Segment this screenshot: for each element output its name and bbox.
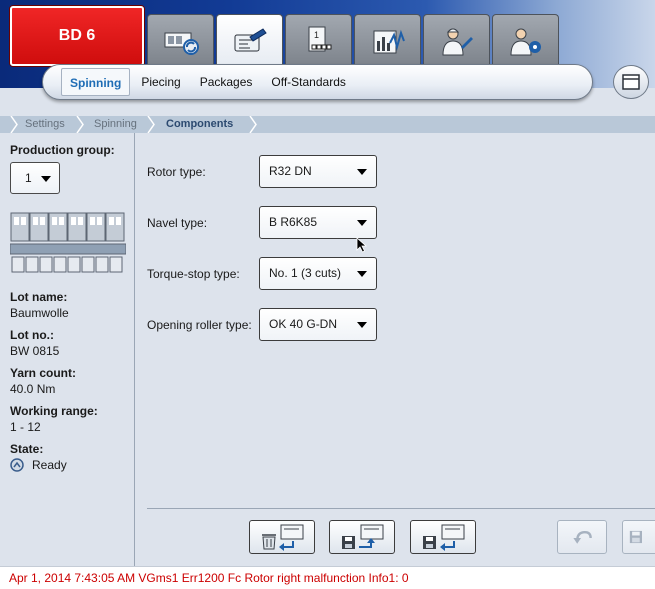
breadcrumb-settings[interactable]: Settings — [25, 116, 65, 133]
navel-type-label: Navel type: — [147, 216, 208, 230]
statistics-chart-icon — [373, 29, 405, 53]
navel-type-value: B R6K85 — [269, 215, 318, 229]
torque-stop-type-select[interactable]: No. 1 (3 cuts) — [259, 257, 377, 290]
state-value: Ready — [32, 458, 67, 472]
navel-type-select[interactable]: B R6K85 — [259, 206, 377, 239]
opening-roller-type-select[interactable]: OK 40 G-DN — [259, 308, 377, 341]
yarn-count-label: Yarn count: — [10, 366, 77, 380]
chevron-right-icon — [76, 116, 84, 133]
lot-name-value: Baumwolle — [10, 306, 69, 320]
ready-status-icon — [10, 458, 24, 472]
load-from-machine-icon — [423, 524, 465, 551]
rotor-type-label: Rotor type: — [147, 165, 206, 179]
mouse-cursor-icon — [356, 237, 368, 253]
machine-overview-icon — [164, 32, 199, 55]
machine-name: BD 6 — [58, 27, 96, 44]
breadcrumb: Settings Spinning Components — [0, 116, 655, 133]
subtab-list: Spinning Piecing Packages Off-Standards — [61, 68, 357, 96]
production-groups-icon: 1 — [308, 26, 331, 51]
save-button[interactable] — [622, 520, 655, 554]
torque-stop-type-value: No. 1 (3 cuts) — [269, 266, 342, 280]
chevron-right-icon — [147, 116, 155, 133]
delete-from-machine-button[interactable] — [249, 520, 315, 554]
chevron-right-icon — [249, 116, 257, 133]
status-bar: Apr 1, 2014 7:43:05 AM VGms1 Err1200 Fc … — [0, 566, 655, 589]
save-to-machine-icon — [342, 524, 384, 549]
chevron-right-icon — [10, 116, 18, 133]
window-icon — [622, 74, 640, 90]
opening-roller-type-value: OK 40 G-DN — [269, 317, 338, 331]
load-from-machine-button[interactable] — [410, 520, 476, 554]
machine-tile[interactable]: BD 6 — [10, 6, 144, 66]
production-group-label: Production group: — [10, 143, 115, 157]
lot-no-label: Lot no.: — [10, 328, 54, 342]
subtab-piecing[interactable]: Piecing — [133, 68, 188, 96]
subtab-off-standards[interactable]: Off-Standards — [263, 68, 353, 96]
caret-down-icon — [41, 176, 51, 182]
nav-tab-service[interactable] — [423, 14, 490, 66]
caret-down-icon — [357, 169, 367, 175]
opening-roller-type-label: Opening roller type: — [147, 318, 252, 332]
caret-down-icon — [357, 220, 367, 226]
nav-tab-statistics[interactable] — [354, 14, 421, 66]
nav-tab-settings[interactable] — [216, 14, 283, 66]
status-message: Apr 1, 2014 7:43:05 AM VGms1 Err1200 Fc … — [9, 571, 409, 585]
settings-card-icon — [234, 27, 267, 51]
production-group-value: 1 — [25, 171, 32, 185]
save-icon — [629, 530, 642, 544]
spinning-machine-image — [10, 210, 126, 276]
production-group-select[interactable]: 1 — [10, 162, 60, 194]
save-to-machine-button[interactable] — [329, 520, 395, 554]
state-label: State: — [10, 442, 44, 456]
lot-name-label: Lot name: — [10, 290, 68, 304]
rotor-type-value: R32 DN — [269, 164, 312, 178]
yarn-count-value: 40.0 Nm — [10, 382, 56, 396]
torque-stop-type-label: Torque-stop type: — [147, 267, 240, 281]
breadcrumb-spinning[interactable]: Spinning — [94, 116, 137, 133]
working-range-label: Working range: — [10, 404, 98, 418]
caret-down-icon — [357, 322, 367, 328]
window-toggle-button[interactable] — [613, 65, 649, 99]
production-group-info-panel: Production group: 1 Lot name: Baumwolle … — [0, 133, 135, 566]
svg-text:1: 1 — [314, 30, 319, 40]
undo-icon — [573, 530, 592, 544]
undo-button[interactable] — [557, 520, 607, 554]
nav-tab-user-settings[interactable] — [492, 14, 559, 66]
subtab-packages[interactable]: Packages — [192, 68, 261, 96]
subtab-spinning[interactable]: Spinning — [61, 68, 131, 96]
caret-down-icon — [357, 271, 367, 277]
nav-tab-machine-overview[interactable] — [147, 14, 214, 66]
user-settings-icon — [509, 28, 541, 55]
components-form: Rotor type: R32 DN Navel type: B R6K85 T… — [136, 133, 655, 566]
breadcrumb-components: Components — [166, 118, 234, 130]
main-navigation: 1 — [147, 14, 561, 66]
lot-no-value: BW 0815 — [10, 344, 60, 358]
rotor-type-select[interactable]: R32 DN — [259, 155, 377, 188]
working-range-value: 1 - 12 — [10, 420, 41, 434]
delete-from-machine-icon — [262, 524, 304, 551]
form-divider — [147, 508, 655, 509]
nav-tab-production-groups[interactable]: 1 — [285, 14, 352, 66]
sub-navigation-bar: Spinning Piecing Packages Off-Standards — [42, 64, 593, 100]
service-technician-icon — [441, 28, 473, 55]
